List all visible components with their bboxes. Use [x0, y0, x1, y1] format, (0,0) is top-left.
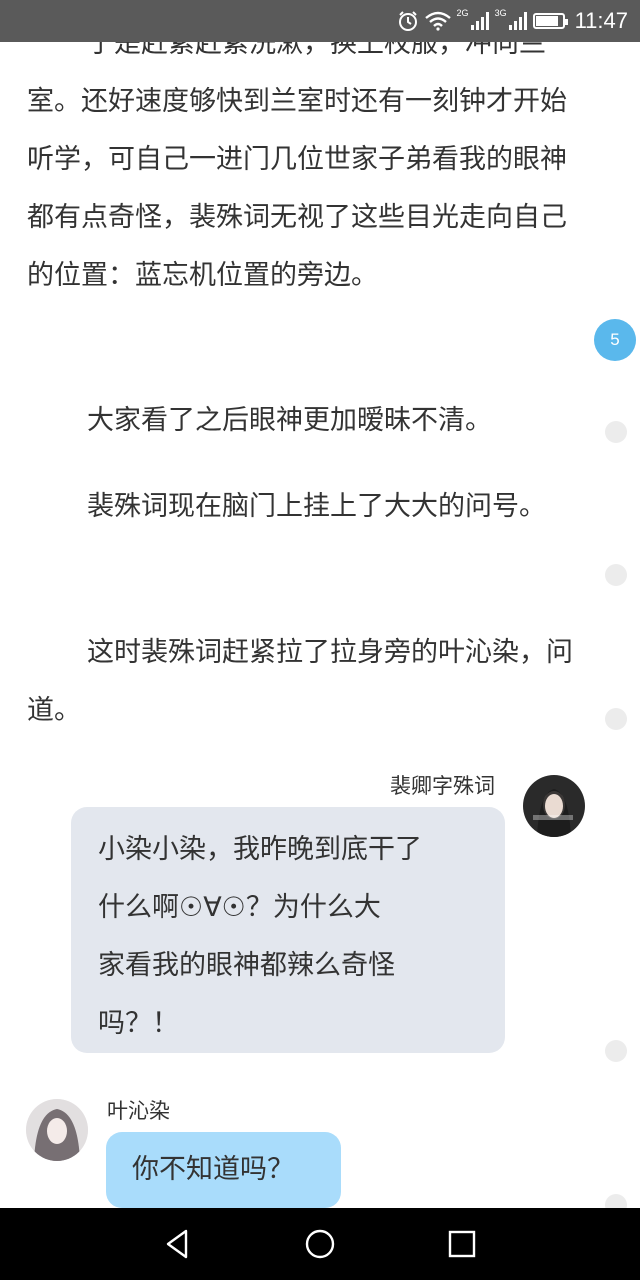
- status-bar: 2G 3G 11:47: [0, 0, 640, 42]
- back-triangle-icon[interactable]: [160, 1226, 196, 1262]
- paragraph-3: 裴殊词现在脑门上挂上了大大的问号。: [87, 491, 546, 522]
- bubble-line: 小染小染，我昨晚到底干了: [98, 834, 422, 865]
- comment-marker[interactable]: [605, 421, 627, 443]
- battery-icon: [532, 13, 568, 29]
- network-type-3g: 3G: [494, 8, 507, 18]
- chat-bubble-right: 小染小染，我昨晚到底干了 什么啊☉∀☉？为什么大 家看我的眼神都辣么奇怪 吗？！: [71, 807, 505, 1053]
- signal-icon-2: [508, 12, 527, 30]
- recent-square-icon[interactable]: [444, 1226, 480, 1262]
- reading-content[interactable]: 于是赶紧赶紧洗漱，换上校服，冲向兰室。还好速度够快到兰室时还有一刻钟才开始听学，…: [0, 42, 640, 1208]
- paragraph-2: 大家看了之后眼神更加暧昧不清。: [87, 405, 492, 436]
- speaker-name-right: 裴卿字殊词: [390, 774, 495, 798]
- comment-marker[interactable]: [605, 708, 627, 730]
- paragraph-1: 于是赶紧赶紧洗漱，换上校服，冲向兰室。还好速度够快到兰室时还有一刻钟才开始听学，…: [27, 42, 567, 291]
- signal-icon: [470, 12, 489, 30]
- bubble-line: 吗？！: [98, 1008, 179, 1039]
- comment-marker[interactable]: [605, 564, 627, 586]
- alarm-icon: [398, 11, 417, 31]
- wifi-icon: [424, 11, 451, 31]
- bubble-line: 什么啊☉∀☉？为什么大: [98, 892, 381, 923]
- navigation-bar: [0, 1208, 640, 1280]
- bubble-line: 家看我的眼神都辣么奇怪: [98, 950, 395, 981]
- clock: 11:47: [574, 8, 628, 33]
- avatar-right[interactable]: [523, 775, 585, 837]
- paragraph-4: 这时裴殊词赶紧拉了拉身旁的叶沁染，问道。: [27, 637, 573, 726]
- bubble-line: 你不知道吗？: [132, 1154, 294, 1185]
- network-type-2g: 2G: [456, 8, 469, 18]
- avatar-left[interactable]: [26, 1099, 88, 1161]
- speaker-name-left: 叶沁染: [107, 1099, 170, 1123]
- comment-marker[interactable]: [605, 1194, 627, 1208]
- comment-marker[interactable]: [605, 1040, 627, 1062]
- status-icons: 2G 3G 11:47: [397, 0, 640, 42]
- comment-count-badge[interactable]: 5: [594, 319, 636, 361]
- chat-bubble-left: 你不知道吗？: [106, 1132, 341, 1208]
- home-circle-icon[interactable]: [302, 1226, 338, 1262]
